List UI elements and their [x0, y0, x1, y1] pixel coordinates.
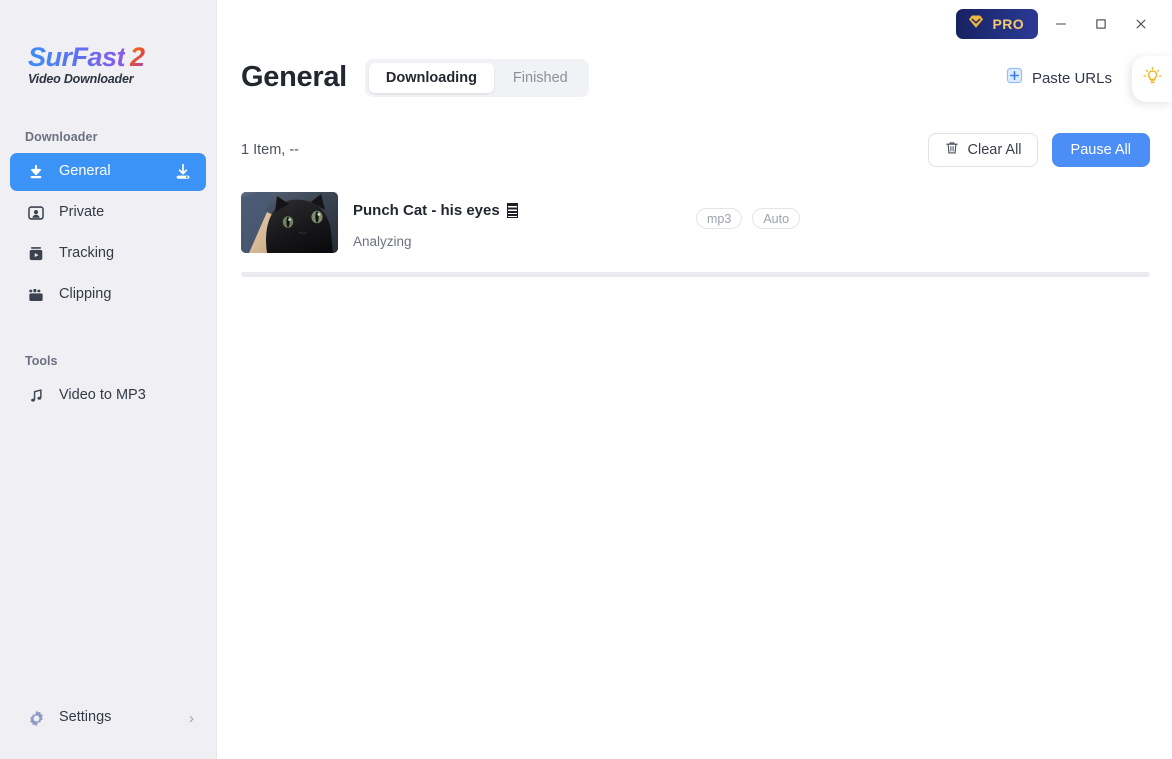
list-toolbar: 1 Item, -- Clear All Pause All — [241, 132, 1150, 168]
tracking-camera-icon — [26, 244, 46, 264]
logo-version-text: 2 — [130, 42, 146, 72]
sidebar-section-tools: Tools — [25, 354, 58, 368]
sidebar: SurFast 2 Video Downloader Downloader Ge… — [0, 0, 217, 759]
maximize-icon[interactable] — [1084, 7, 1118, 41]
pause-all-label: Pause All — [1070, 142, 1131, 158]
clipping-film-icon — [26, 285, 46, 305]
sidebar-item-video-to-mp3-label: Video to MP3 — [59, 387, 146, 404]
trash-icon — [944, 140, 960, 160]
download-item-title: Punch Cat - his eyes — [353, 202, 500, 219]
music-note-icon — [26, 386, 46, 406]
download-tray-icon[interactable] — [172, 161, 194, 183]
download-list-item[interactable]: Punch Cat - his eyes Analyzing mp3 Auto — [241, 192, 1150, 253]
private-user-icon — [26, 203, 46, 223]
tab-downloading[interactable]: Downloading — [368, 63, 494, 93]
sidebar-item-private-label: Private — [59, 204, 105, 221]
paste-urls-button[interactable]: Paste URLs — [1006, 62, 1112, 94]
pro-label: PRO — [992, 16, 1024, 32]
tag-quality[interactable]: Auto — [752, 208, 801, 229]
plus-square-icon — [1006, 67, 1023, 89]
app-window: SurFast 2 Video Downloader Downloader Ge… — [0, 0, 1172, 759]
logo-brand-text: SurFast — [28, 42, 126, 72]
tab-finished[interactable]: Finished — [496, 63, 585, 93]
clear-all-label: Clear All — [967, 142, 1022, 158]
tag-format[interactable]: mp3 — [696, 208, 743, 229]
lightbulb-icon — [1142, 66, 1163, 92]
close-icon[interactable] — [1124, 7, 1158, 41]
pause-all-button[interactable]: Pause All — [1051, 133, 1150, 167]
sidebar-item-settings[interactable]: Settings › — [10, 699, 206, 737]
download-list: Punch Cat - his eyes Analyzing mp3 Auto — [241, 192, 1150, 253]
download-arrow-icon — [26, 162, 46, 182]
sidebar-item-video-to-mp3[interactable]: Video to MP3 — [10, 377, 206, 415]
list-toolbar-actions: Clear All Pause All — [927, 133, 1150, 167]
main-content: PRO General Downloading Finished Paste U… — [217, 0, 1172, 759]
sidebar-item-general[interactable]: General — [10, 153, 206, 191]
download-item-status: Analyzing — [353, 234, 412, 249]
sidebar-item-general-label: General — [59, 163, 111, 180]
sidebar-item-private[interactable]: Private — [10, 194, 206, 232]
sidebar-item-clipping[interactable]: Clipping — [10, 276, 206, 314]
sidebar-section-downloader: Downloader — [25, 130, 98, 144]
chevron-right-icon: › — [189, 709, 194, 727]
tofu-block-glyph — [506, 203, 518, 218]
paste-urls-label: Paste URLs — [1031, 69, 1112, 87]
sidebar-item-tracking-label: Tracking — [59, 245, 115, 262]
download-progress-bar — [241, 272, 1150, 277]
item-count-label: 1 Item, -- — [241, 141, 300, 158]
app-logo: SurFast 2 Video Downloader — [0, 0, 216, 87]
download-item-tags: mp3 Auto — [696, 208, 801, 229]
gear-icon — [26, 708, 46, 728]
diamond-crown-icon — [967, 13, 985, 35]
pro-upgrade-button[interactable]: PRO — [956, 9, 1038, 39]
logo-subtitle: Video Downloader — [28, 72, 134, 86]
video-thumbnail — [241, 192, 338, 253]
view-tabs: Downloading Finished — [364, 59, 589, 97]
sidebar-item-clipping-label: Clipping — [59, 286, 112, 303]
page-title: General — [241, 60, 347, 93]
sidebar-item-settings-label: Settings — [59, 709, 112, 726]
clear-all-button[interactable]: Clear All — [927, 133, 1038, 167]
minimize-icon[interactable] — [1044, 7, 1078, 41]
sidebar-item-tracking[interactable]: Tracking — [10, 235, 206, 273]
tips-bulb-button[interactable] — [1132, 56, 1172, 102]
window-titlebar: PRO — [956, 0, 1172, 48]
